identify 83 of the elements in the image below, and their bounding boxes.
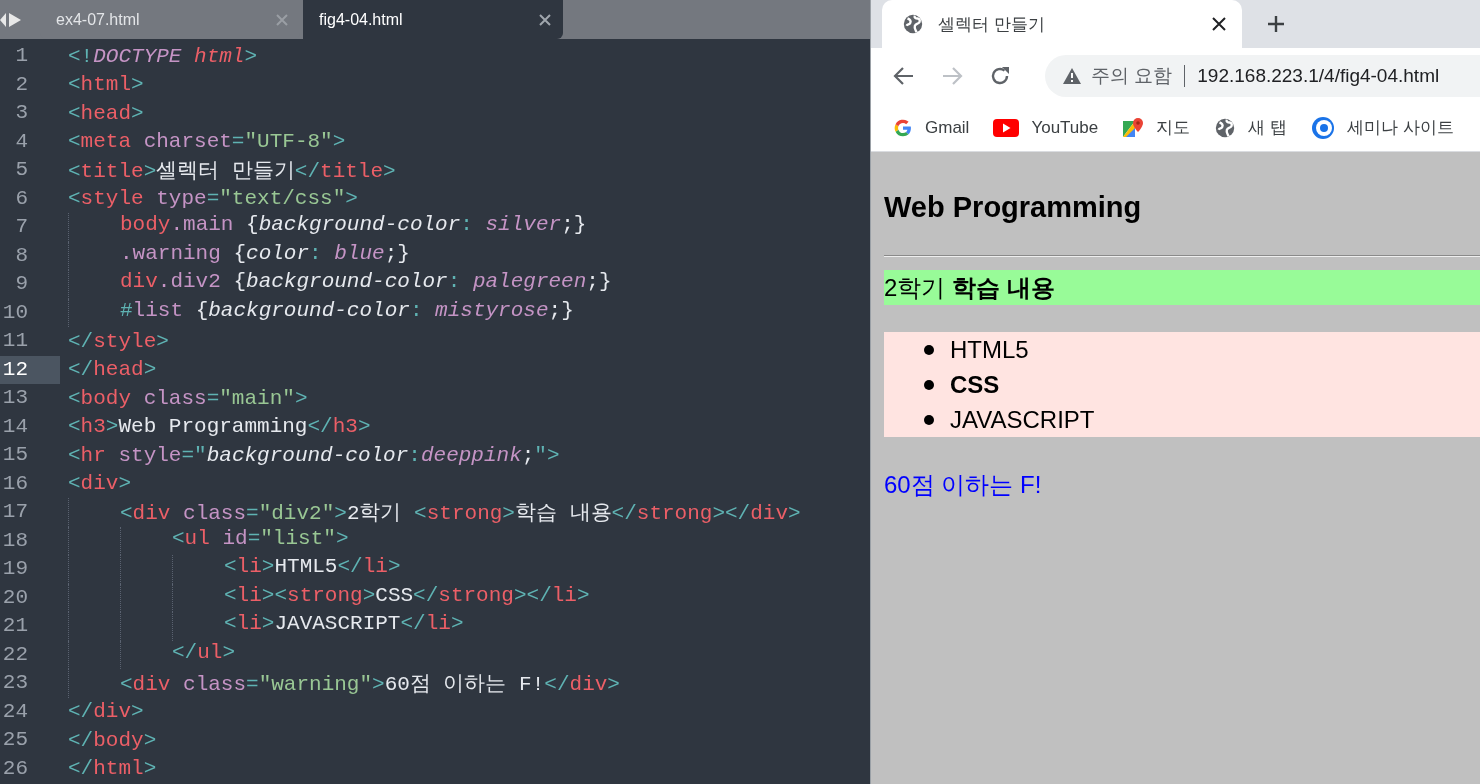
line-number: 18 — [1, 527, 29, 554]
globe-icon — [1214, 116, 1237, 139]
back-icon[interactable] — [893, 65, 915, 87]
security-label[interactable]: 주의 요함 — [1091, 63, 1173, 89]
code-line: <style type="text/css"> — [68, 187, 358, 211]
list-item: HTML5 — [950, 335, 1029, 364]
left-arrow-icon[interactable] — [0, 12, 6, 27]
line-number: 25 — [1, 727, 29, 753]
bookmark[interactable]: YouTube — [993, 117, 1099, 138]
video-play-icon — [993, 118, 1020, 137]
code-line: </ul> — [172, 640, 236, 666]
code-line: </style> — [68, 329, 169, 353]
line-number: 24 — [1, 698, 29, 725]
map-icon — [1122, 116, 1145, 139]
editor-tab[interactable]: fig4-04.html — [303, 0, 563, 39]
code-line: <!DOCTYPE html> — [68, 44, 258, 68]
google-icon — [893, 117, 913, 138]
line-number: 14 — [1, 413, 29, 440]
code-line: <head> — [68, 101, 144, 125]
new-tab-icon[interactable] — [1267, 15, 1285, 33]
line-number: 11 — [1, 328, 29, 354]
list-item: CSS — [950, 370, 1000, 399]
warning-text: 60점 이하는 F! — [884, 470, 1043, 500]
line-number: 2 — [14, 71, 29, 98]
line-number: 19 — [1, 556, 29, 582]
line-number: 8 — [14, 242, 29, 269]
right-arrow-icon[interactable] — [9, 12, 21, 27]
warning-icon — [1063, 68, 1081, 84]
line-number: 21 — [1, 613, 29, 639]
bookmark[interactable]: 지도 — [1122, 116, 1191, 139]
code-line: <meta charset="UTF-8"> — [68, 130, 346, 154]
line-number: 23 — [1, 670, 29, 696]
line-number: 4 — [14, 128, 29, 155]
line-number: 6 — [14, 185, 29, 212]
bookmark[interactable]: 세미나 사이트 — [1310, 115, 1454, 140]
url-text: 192.168.223.1/4/fig4-04.html — [1197, 65, 1440, 87]
globe-icon — [902, 13, 924, 35]
code-line: </body> — [68, 728, 157, 752]
code-line: <div> — [68, 472, 132, 496]
code-line: div.div2 {background-color: palegreen;} — [120, 270, 612, 295]
code-line: <h3>Web Programming</h3> — [68, 415, 371, 439]
line-number: 13 — [1, 385, 29, 411]
code-line: <body class="main"> — [68, 386, 308, 410]
code-line: .warning {color: blue;} — [120, 241, 410, 267]
circle-icon — [1310, 115, 1335, 140]
code-line: <div class="div2">2학기 <strong>학습 내용</strong></div> — [120, 501, 801, 527]
bookmark[interactable]: 새 탭 — [1214, 116, 1287, 139]
bullet — [924, 414, 934, 425]
line-number: 12 — [0, 355, 60, 384]
bullet — [924, 379, 934, 390]
code-line: <li><strong>CSS</strong></li> — [224, 583, 590, 609]
line-number: 1 — [14, 43, 29, 69]
code-line: </html> — [68, 757, 157, 781]
line-number: 7 — [14, 214, 29, 240]
line-number: 9 — [14, 271, 29, 297]
line-number: 22 — [1, 641, 29, 668]
bookmark[interactable]: Gmail — [893, 117, 970, 138]
line-number: 26 — [1, 755, 29, 782]
code-line: body.main {background-color: silver;} — [120, 213, 587, 238]
code-line: </head> — [68, 358, 157, 382]
line-number: 15 — [1, 442, 29, 468]
code-line: </div> — [68, 700, 144, 724]
code-line: <div class="warning">60점 이하는 F!</div> — [120, 672, 620, 698]
line-number: 16 — [1, 470, 29, 497]
address-bar[interactable]: 주의 요함 192.168.223.1/4/fig4-04.html — [1045, 55, 1480, 97]
line-number: 3 — [14, 100, 29, 126]
line-number: 10 — [1, 299, 29, 326]
reload-icon[interactable] — [989, 65, 1011, 87]
code-line: #list {background-color: mistyrose;} — [120, 298, 574, 324]
browser-tab[interactable]: 셀렉터 만들기 — [882, 0, 1242, 48]
code-line: <html> — [68, 73, 144, 97]
bullet — [924, 344, 934, 355]
line-number: 5 — [14, 157, 29, 183]
code-line: <hr style="background-color:deeppink;"> — [68, 443, 560, 467]
line-number: 17 — [1, 499, 29, 525]
close-icon[interactable] — [1212, 17, 1226, 31]
code-line: <li>HTML5</li> — [224, 555, 401, 580]
page-heading: Web Programming — [884, 190, 1143, 225]
code-line: <li>JAVASCRIPT</li> — [224, 612, 464, 637]
list-item: JAVASCRIPT — [950, 405, 1095, 434]
code-line: <title>셀렉터 만들기</title> — [68, 159, 396, 185]
code-line: <ul id="list"> — [172, 526, 349, 552]
line-number: 20 — [1, 584, 29, 611]
